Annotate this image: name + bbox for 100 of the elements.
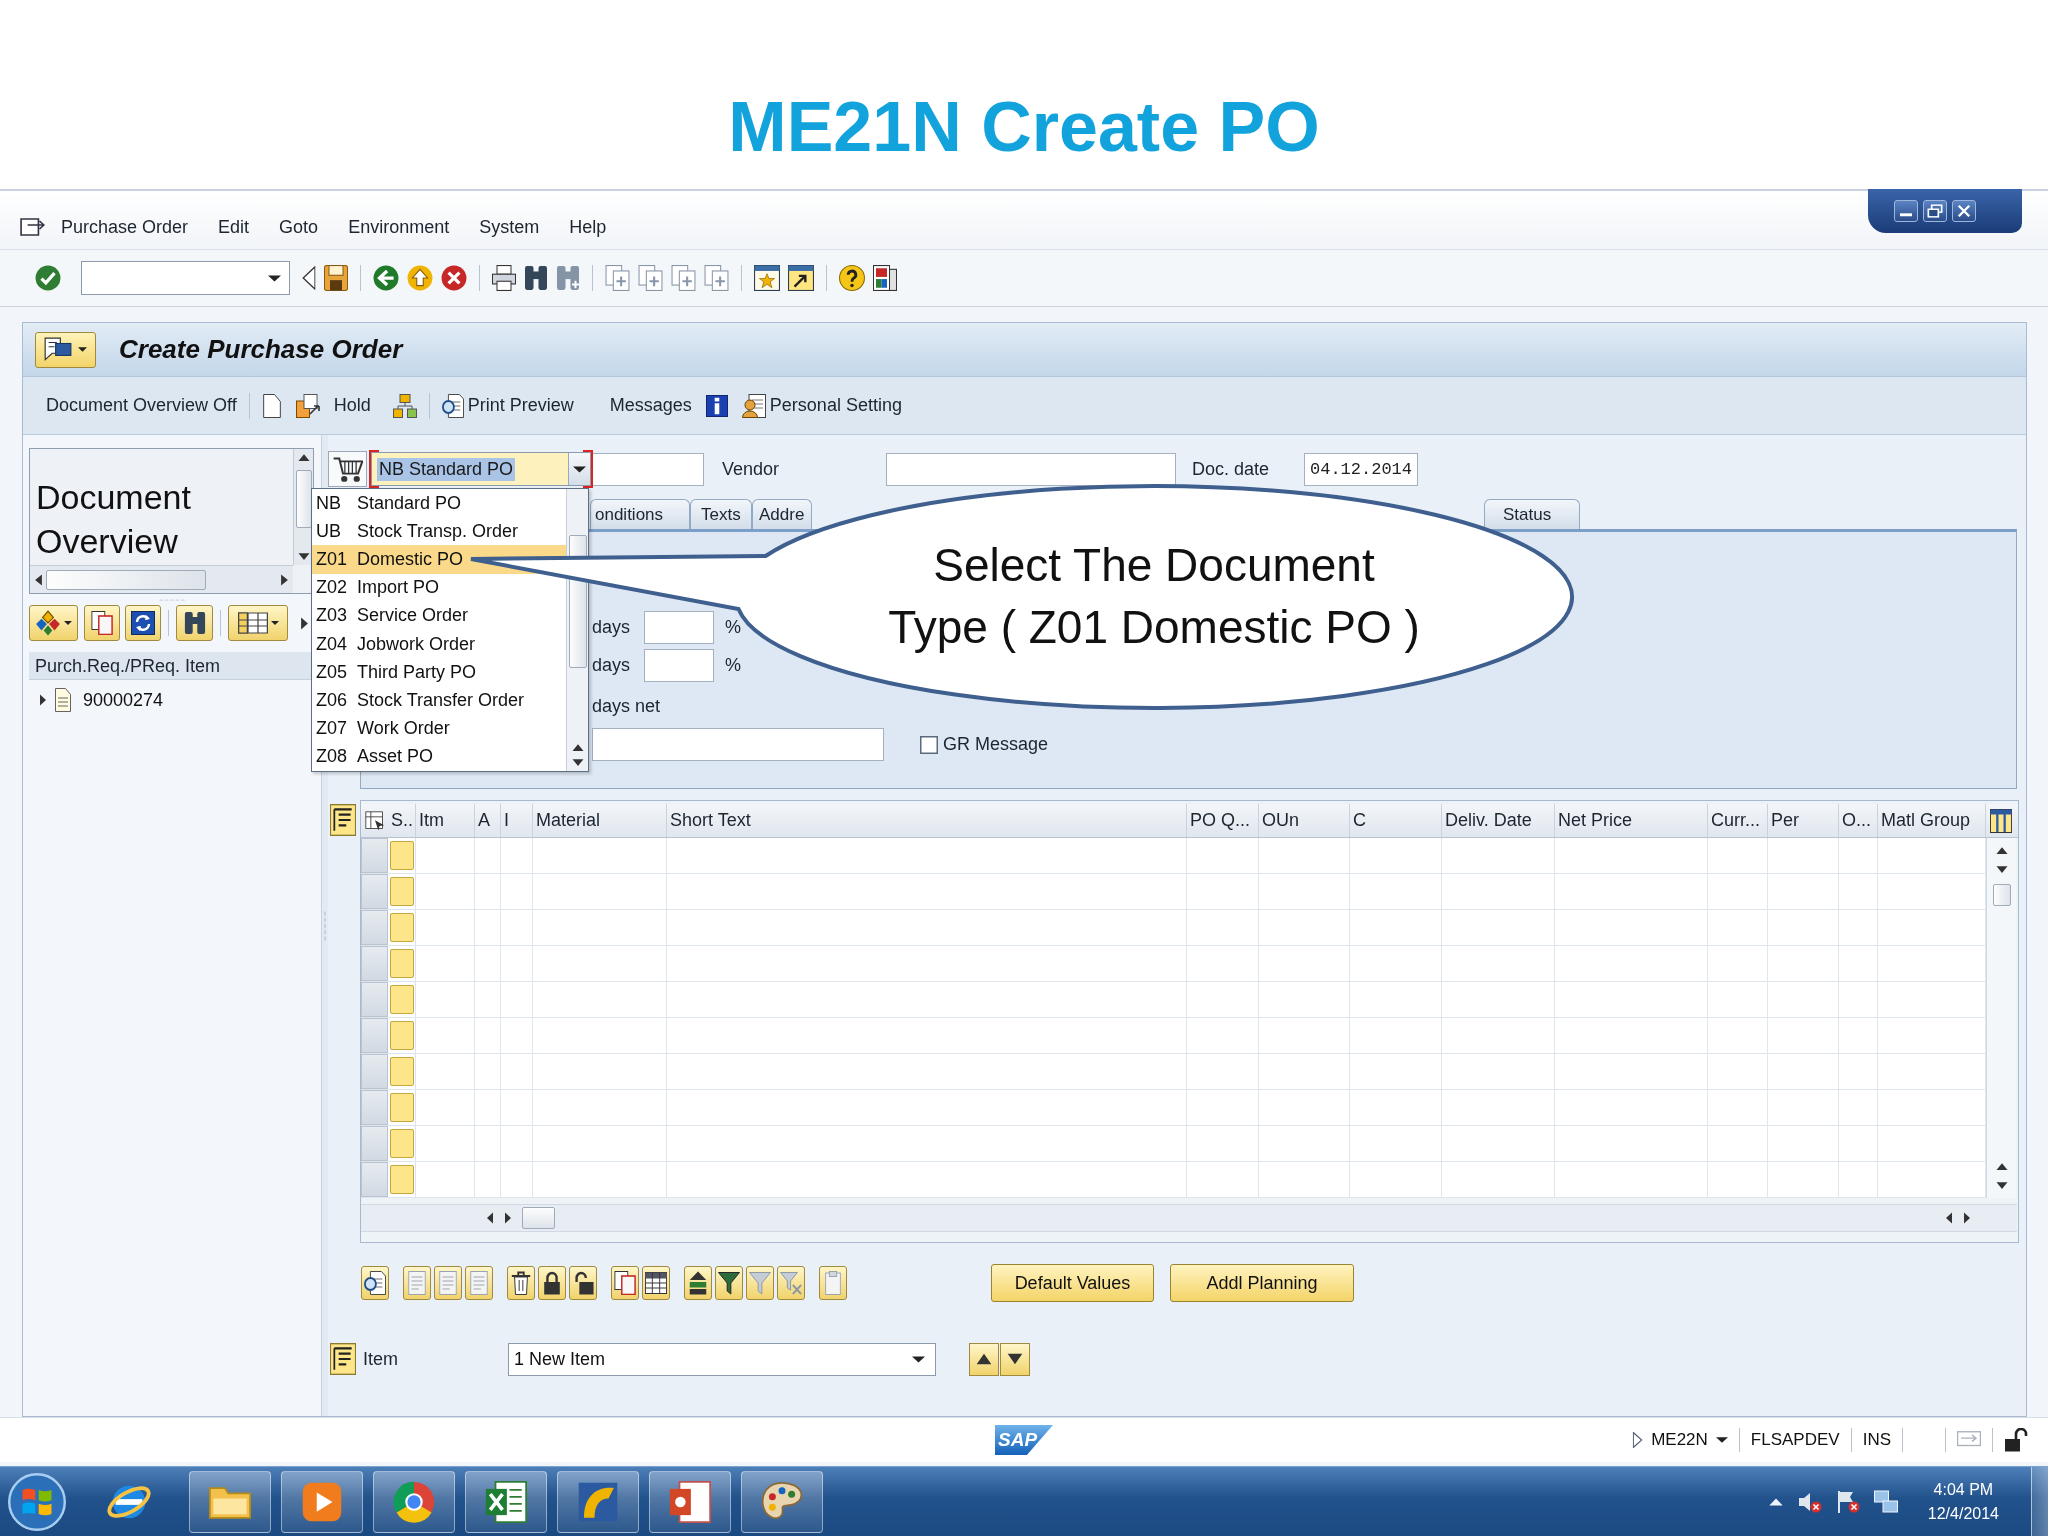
dropdown-option[interactable]: NB Standard PO: [312, 489, 566, 518]
scrollbar[interactable]: [361, 1204, 2017, 1232]
x-circle-icon[interactable]: [441, 265, 467, 291]
check-icon[interactable]: [35, 265, 61, 291]
up-triangle-icon[interactable]: [297, 453, 310, 462]
toolbar-button[interactable]: [684, 1266, 712, 1300]
toolbar-button[interactable]: [715, 1266, 743, 1300]
right-triangle-icon[interactable]: [280, 573, 289, 586]
doc-type-dropdown[interactable]: NB Standard PO: [371, 452, 591, 486]
column-header[interactable]: A: [475, 804, 501, 837]
sheet-icon[interactable]: [485, 1480, 527, 1523]
window-menu-icon[interactable]: [20, 215, 46, 239]
open-padlock-icon[interactable]: [2004, 1428, 2028, 1452]
column-list-icon[interactable]: [330, 1343, 356, 1375]
action-button[interactable]: Default Values: [991, 1264, 1154, 1302]
close-button[interactable]: [1952, 200, 1976, 222]
trash-icon[interactable]: [510, 1271, 532, 1295]
copy-arrow-icon[interactable]: [295, 393, 320, 418]
up-triangle-icon[interactable]: [976, 1352, 992, 1366]
toolbar-button[interactable]: [361, 1266, 389, 1300]
checkbox[interactable]: [920, 735, 938, 754]
down-triangle-icon[interactable]: [1007, 1352, 1023, 1366]
funnel-x-icon[interactable]: [780, 1271, 802, 1295]
taskbar-button[interactable]: [741, 1470, 823, 1533]
column-header[interactable]: PO Q...: [1187, 804, 1259, 837]
page-magnifier-icon[interactable]: [441, 393, 464, 418]
up-button[interactable]: [969, 1342, 999, 1376]
toolbar-button[interactable]: [611, 1266, 639, 1300]
ring-logo-icon[interactable]: [393, 1480, 435, 1523]
tree-item[interactable]: 90000274: [83, 689, 164, 711]
toolbar-button[interactable]: [125, 605, 161, 641]
input-field[interactable]: [644, 611, 714, 644]
caret-icon[interactable]: [270, 620, 279, 626]
input-field[interactable]: [591, 452, 704, 486]
toolbar-button[interactable]: [228, 605, 288, 641]
scroll-thumb[interactable]: [46, 569, 206, 590]
left-triangle-icon[interactable]: [1945, 1212, 1953, 1224]
person-page-icon[interactable]: [741, 393, 766, 418]
left-triangle-icon[interactable]: [486, 1212, 494, 1224]
input-field[interactable]: [644, 649, 714, 682]
taskbar-button[interactable]: [557, 1470, 639, 1533]
pages-plus-icon[interactable]: [704, 265, 729, 291]
caret-icon[interactable]: [64, 620, 72, 626]
column-header[interactable]: Short Text: [667, 804, 1187, 837]
column-header[interactable]: I: [501, 804, 533, 837]
up-triangle-icon[interactable]: [571, 743, 584, 752]
toolbar-button[interactable]: [538, 1266, 566, 1300]
action-button[interactable]: Addl Planning: [1170, 1264, 1354, 1302]
left-arrow-circle-icon[interactable]: [373, 265, 399, 291]
table-select-icon[interactable]: [364, 810, 385, 831]
taskbar-button[interactable]: [649, 1470, 731, 1533]
pages-plus-icon[interactable]: [671, 265, 696, 291]
taskbar-button[interactable]: [281, 1470, 363, 1533]
lock-icon[interactable]: [541, 1271, 563, 1295]
toolbar-button[interactable]: Hold: [333, 395, 371, 416]
input-field[interactable]: [886, 452, 1176, 486]
scrollbar[interactable]: [30, 565, 293, 593]
column-header[interactable]: Curr...: [1708, 804, 1768, 837]
tree-icon[interactable]: [392, 393, 417, 418]
column-header[interactable]: Material: [533, 804, 667, 837]
two-pages-icon[interactable]: [91, 611, 113, 635]
menu-item[interactable]: Edit: [218, 216, 250, 238]
column-settings-icon[interactable]: [1990, 808, 2012, 833]
column-header[interactable]: Itm: [416, 804, 475, 837]
taskbar-button[interactable]: [189, 1470, 271, 1533]
unlock-icon[interactable]: [572, 1271, 594, 1295]
down-button[interactable]: [1000, 1342, 1030, 1376]
down-triangle-icon[interactable]: [1995, 865, 2008, 874]
column-header[interactable]: Deliv. Date: [1442, 804, 1555, 837]
column-header[interactable]: C: [1350, 804, 1442, 837]
taskbar-button[interactable]: [373, 1470, 455, 1533]
column-header[interactable]: Per: [1768, 804, 1839, 837]
curve-tile-icon[interactable]: [577, 1480, 619, 1523]
binoculars-icon[interactable]: [524, 265, 548, 291]
caret-icon[interactable]: [573, 464, 586, 474]
column-header[interactable]: S..: [388, 804, 416, 837]
toolbar-button[interactable]: [642, 1266, 670, 1300]
scrollbar[interactable]: [566, 489, 588, 771]
color-layout-icon[interactable]: [873, 265, 897, 291]
blank-page-icon[interactable]: [261, 393, 282, 418]
scroll-thumb[interactable]: [1992, 884, 2011, 906]
column-header[interactable]: Matl Group: [1878, 804, 1986, 837]
page-dot-icon[interactable]: [669, 1480, 711, 1523]
question-mark-icon[interactable]: [839, 265, 865, 291]
two-pages-icon[interactable]: [614, 1271, 636, 1295]
pages-plus-icon[interactable]: [638, 265, 663, 291]
dropdown-option[interactable]: Z08 Asset PO: [312, 742, 566, 771]
overlapping-screens-icon[interactable]: [1873, 1489, 1898, 1514]
tab[interactable]: Addre: [752, 499, 812, 529]
menu-item[interactable]: Purchase Order: [61, 216, 189, 238]
caret-icon[interactable]: [912, 1354, 925, 1364]
input-field[interactable]: [592, 728, 884, 761]
menu-item[interactable]: Environment: [348, 216, 450, 238]
caret-icon[interactable]: [268, 273, 281, 283]
collapsed-triangle-icon[interactable]: [39, 694, 47, 706]
command-field[interactable]: [81, 261, 290, 295]
right-triangle-icon[interactable]: [300, 616, 309, 630]
up-arrow-circle-icon[interactable]: [407, 265, 433, 291]
toolbar-button[interactable]: [176, 605, 213, 641]
menu-item[interactable]: System: [479, 216, 540, 238]
